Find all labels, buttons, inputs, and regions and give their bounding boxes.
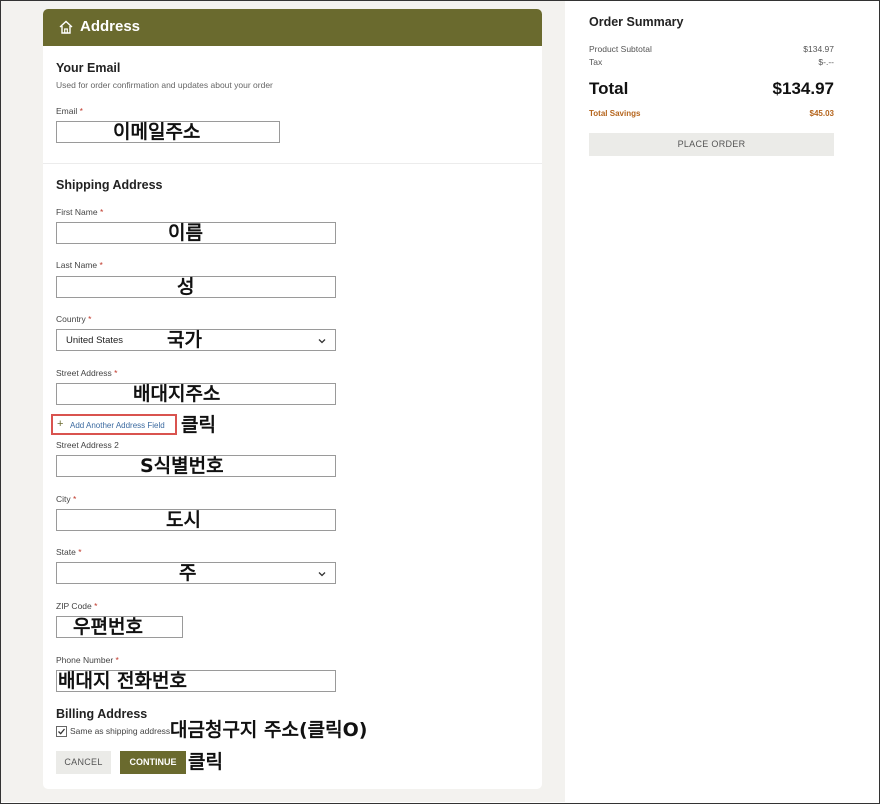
required-mark: * <box>114 368 118 378</box>
add-field-annotation: 클릭 <box>181 414 216 436</box>
country-label-text: Country <box>56 314 86 324</box>
first-name-annotation: 이름 <box>168 222 203 244</box>
cancel-button[interactable]: CANCEL <box>56 751 111 774</box>
phone-number-label: Phone Number * <box>56 655 119 665</box>
same-as-shipping-label[interactable]: Same as shipping address <box>70 726 170 736</box>
plus-icon: + <box>57 418 64 430</box>
state-label: State * <box>56 547 82 557</box>
home-icon <box>59 20 73 34</box>
street-address-2-label: Street Address 2 <box>56 440 119 450</box>
total-value: $134.97 <box>772 79 834 98</box>
required-mark: * <box>99 260 103 270</box>
email-label-text: Email <box>56 106 78 116</box>
required-mark: * <box>79 106 83 116</box>
subtotal-value: $134.97 <box>803 44 834 54</box>
total-label: Total <box>589 79 629 98</box>
address-card-header: Address <box>43 9 542 46</box>
street-address-label-text: Street Address <box>56 368 112 378</box>
email-annotation: 이메일주소 <box>113 121 201 143</box>
section-divider <box>43 163 542 164</box>
city-label-text: City <box>56 494 71 504</box>
continue-button[interactable]: CONTINUE <box>120 751 186 774</box>
street-address-2-annotation: S식별번호 <box>140 455 224 477</box>
tax-value: $-.-- <box>818 57 834 67</box>
email-section-heading: Your Email <box>56 61 121 75</box>
email-label: Email * <box>56 106 83 116</box>
zip-code-annotation: 우편번호 <box>73 616 143 638</box>
street-address-annotation: 배대지주소 <box>133 383 221 405</box>
country-annotation: 국가 <box>167 329 202 351</box>
zip-code-label-text: ZIP Code <box>56 601 92 611</box>
country-label: Country * <box>56 314 91 324</box>
required-mark: * <box>88 314 92 324</box>
add-another-address-field-button[interactable]: + Add Another Address Field <box>51 414 177 435</box>
phone-number-label-text: Phone Number <box>56 655 114 665</box>
total-savings-value: $45.03 <box>809 109 834 118</box>
last-name-label-text: Last Name <box>56 260 98 270</box>
required-mark: * <box>99 207 104 217</box>
phone-number-annotation: 배대지 전화번호 <box>58 670 187 692</box>
required-mark: * <box>94 601 98 611</box>
state-annotation: 주 <box>179 562 197 584</box>
state-label-text: State <box>56 547 76 557</box>
add-another-address-field-label: Add Another Address Field <box>70 421 165 430</box>
total-savings-label: Total Savings <box>589 109 641 118</box>
continue-annotation: 클릭 <box>188 751 223 773</box>
address-card-title: Address <box>80 18 141 35</box>
street-address-label: Street Address * <box>56 368 117 378</box>
tax-label: Tax <box>589 57 603 67</box>
order-summary-title: Order Summary <box>589 15 684 29</box>
chevron-down-icon <box>318 339 326 344</box>
billing-annotation: 대금청구지 주소(클릭O) <box>170 719 368 741</box>
last-name-label: Last Name * <box>56 260 103 270</box>
subtotal-label: Product Subtotal <box>589 44 652 54</box>
required-mark: * <box>78 547 82 557</box>
last-name-field[interactable] <box>56 276 336 298</box>
shipping-heading: Shipping Address <box>56 178 163 192</box>
city-label: City * <box>56 494 76 504</box>
place-order-button[interactable]: PLACE ORDER <box>589 133 834 156</box>
first-name-label: First Name * <box>56 207 103 217</box>
required-mark: * <box>115 655 119 665</box>
required-mark: * <box>73 494 77 504</box>
same-as-shipping-checkbox[interactable] <box>56 726 67 737</box>
email-section-subtext: Used for order confirmation and updates … <box>56 80 273 90</box>
last-name-annotation: 성 <box>177 276 195 298</box>
city-annotation: 도시 <box>166 509 201 531</box>
check-icon <box>58 728 66 735</box>
country-selected-value: United States <box>66 335 124 346</box>
zip-code-label: ZIP Code * <box>56 601 97 611</box>
first-name-label-text: First Name <box>56 207 98 217</box>
chevron-down-icon <box>318 572 326 577</box>
billing-heading: Billing Address <box>56 707 148 721</box>
